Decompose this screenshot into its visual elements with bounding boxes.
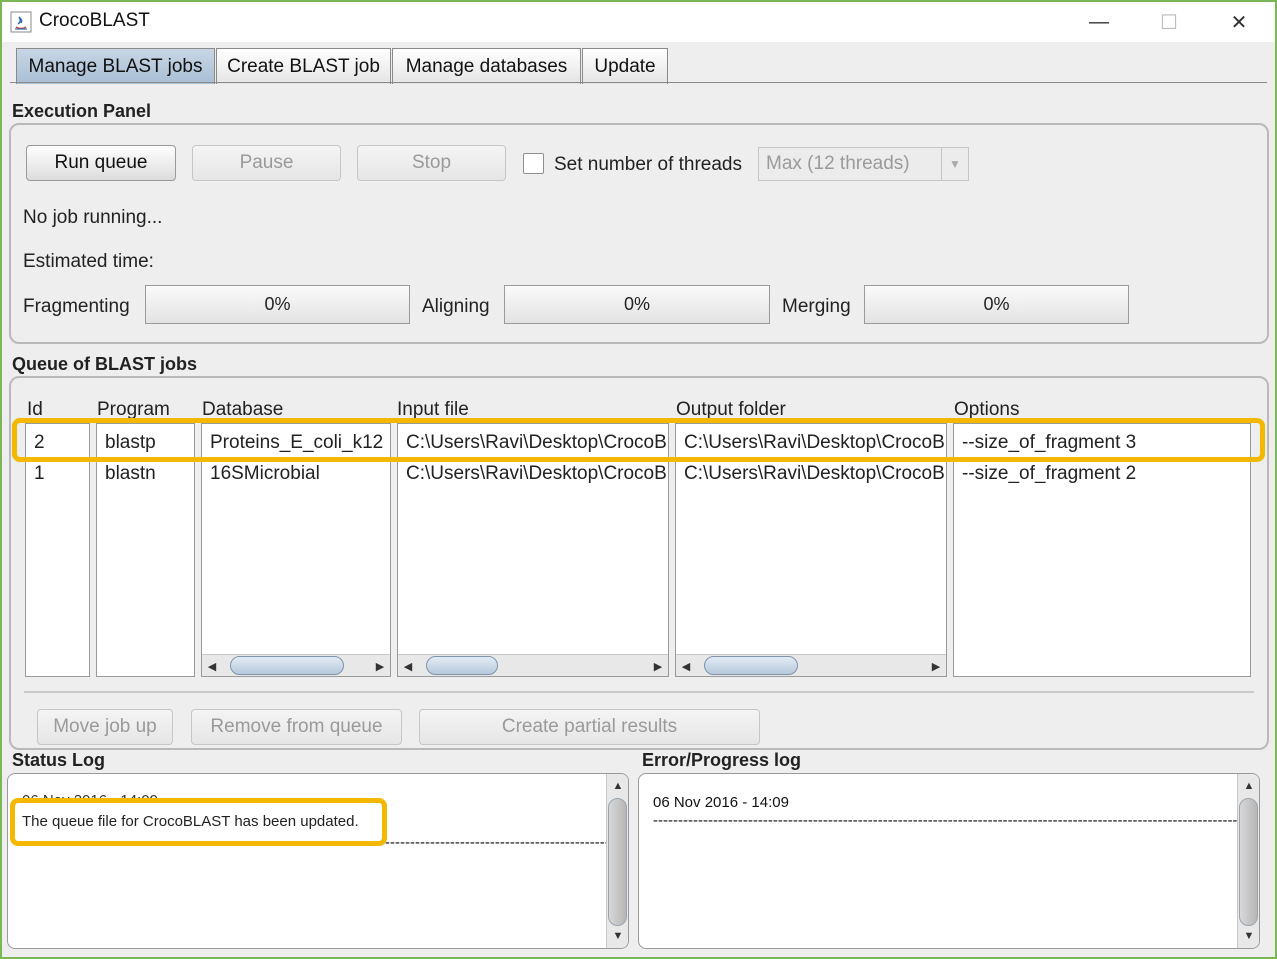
output-folder-column[interactable]: C:\Users\Ravi\Desktop\CrocoBLAST C:\User…	[675, 423, 947, 677]
merging-label: Merging	[782, 296, 851, 317]
scrollbar-thumb[interactable]	[1239, 798, 1258, 926]
aligning-label: Aligning	[422, 296, 490, 317]
input-file-hscrollbar[interactable]: ◀ ▶	[398, 654, 668, 676]
column-header-id: Id	[27, 399, 43, 420]
estimated-time-label: Estimated time:	[23, 251, 154, 272]
scroll-right-icon[interactable]: ▶	[650, 658, 666, 674]
error-log-timestamp: 06 Nov 2016 - 14:09	[653, 794, 789, 811]
error-log-box[interactable]: 06 Nov 2016 - 14:09 --------------------…	[638, 773, 1260, 949]
scroll-left-icon[interactable]: ◀	[400, 658, 416, 674]
queue-panel-title: Queue of BLAST jobs	[12, 354, 198, 374]
table-cell-options[interactable]: --size_of_fragment 2	[962, 459, 1136, 489]
scroll-left-icon[interactable]: ◀	[678, 658, 694, 674]
status-log-vscrollbar[interactable]: ▲ ▼	[606, 774, 628, 948]
queue-divider	[24, 691, 1254, 693]
table-cell-program[interactable]: blastn	[105, 459, 156, 489]
threads-select-value: Max (12 threads)	[766, 153, 910, 174]
scroll-up-icon[interactable]: ▲	[1241, 778, 1257, 794]
merging-progress-value: 0%	[983, 294, 1010, 314]
column-header-program: Program	[97, 399, 170, 420]
fragmenting-label: Fragmenting	[23, 296, 130, 317]
scroll-up-icon[interactable]: ▲	[610, 778, 626, 794]
tab-divider	[10, 82, 1267, 83]
minimize-button[interactable]: —	[1072, 6, 1126, 38]
pause-button[interactable]: Pause	[192, 145, 341, 181]
status-log-message: The queue file for CrocoBLAST has been u…	[22, 813, 359, 830]
status-log-separator: ----------------------------------------…	[385, 834, 628, 851]
program-column[interactable]: blastp blastn	[96, 423, 195, 677]
scrollbar-thumb[interactable]	[426, 656, 498, 675]
move-job-up-button[interactable]: Move job up	[37, 709, 173, 745]
tab-manage-blast-jobs[interactable]: Manage BLAST jobs	[16, 48, 215, 84]
scroll-left-icon[interactable]: ◀	[204, 658, 220, 674]
database-column[interactable]: Proteins_E_coli_k12 16SMicrobial ◀ ▶	[201, 423, 391, 677]
status-log-title: Status Log	[12, 750, 105, 770]
close-button[interactable]: ✕	[1212, 6, 1266, 38]
maximize-button[interactable]: ☐	[1142, 6, 1196, 38]
aligning-progress-value: 0%	[623, 294, 650, 314]
options-column[interactable]: --size_of_fragment 3 --size_of_fragment …	[953, 423, 1251, 677]
input-file-column[interactable]: C:\Users\Ravi\Desktop\CrocoBLAST C:\User…	[397, 423, 669, 677]
remove-from-queue-button[interactable]: Remove from queue	[191, 709, 402, 745]
scrollbar-thumb[interactable]	[230, 656, 344, 675]
create-partial-results-button[interactable]: Create partial results	[419, 709, 760, 745]
tab-manage-databases[interactable]: Manage databases	[392, 48, 581, 84]
table-cell-input-file[interactable]: C:\Users\Ravi\Desktop\CrocoBLAST	[406, 459, 668, 489]
error-log-title: Error/Progress log	[642, 750, 802, 770]
status-log-timestamp: 06 Nov 2016 - 14:09	[22, 792, 158, 809]
scroll-down-icon[interactable]: ▼	[1241, 928, 1257, 944]
job-status-text: No job running...	[23, 207, 163, 228]
error-log-separator: ----------------------------------------…	[653, 812, 1253, 829]
fragmenting-progress: 0%	[145, 285, 410, 324]
table-cell-options[interactable]: --size_of_fragment 3	[962, 428, 1136, 458]
tab-update[interactable]: Update	[582, 48, 668, 84]
window-title: CrocoBLAST	[39, 10, 150, 31]
scroll-right-icon[interactable]: ▶	[928, 658, 944, 674]
tab-create-blast-job[interactable]: Create BLAST job	[216, 48, 391, 84]
database-hscrollbar[interactable]: ◀ ▶	[202, 654, 390, 676]
table-cell-database[interactable]: Proteins_E_coli_k12	[210, 428, 383, 458]
column-header-options: Options	[954, 399, 1020, 420]
table-cell-database[interactable]: 16SMicrobial	[210, 459, 320, 489]
crocoblast-window: CrocoBLAST — ☐ ✕ Manage BLAST jobs Creat…	[2, 2, 1275, 957]
table-cell-program[interactable]: blastp	[105, 428, 156, 458]
threads-checkbox[interactable]	[523, 153, 544, 174]
threads-select[interactable]: Max (12 threads) ▼	[758, 147, 969, 181]
threads-label: Set number of threads	[554, 154, 742, 175]
java-app-icon	[10, 11, 32, 33]
table-cell-input-file[interactable]: C:\Users\Ravi\Desktop\CrocoBLAST	[406, 428, 668, 458]
aligning-progress: 0%	[504, 285, 770, 324]
fragmenting-progress-value: 0%	[264, 294, 291, 314]
column-header-input-file: Input file	[397, 399, 469, 420]
scroll-right-icon[interactable]: ▶	[372, 658, 388, 674]
scrollbar-thumb[interactable]	[608, 798, 627, 926]
status-log-box[interactable]: 06 Nov 2016 - 14:09 --------------------…	[7, 773, 629, 949]
table-cell-output-folder[interactable]: C:\Users\Ravi\Desktop\CrocoBLAST	[684, 428, 946, 458]
id-column[interactable]: 2 1	[25, 423, 90, 677]
column-header-output-folder: Output folder	[676, 399, 786, 420]
table-cell-id[interactable]: 1	[34, 459, 45, 489]
scrollbar-thumb[interactable]	[704, 656, 798, 675]
table-cell-output-folder[interactable]: C:\Users\Ravi\Desktop\CrocoBLAST	[684, 459, 946, 489]
table-cell-id[interactable]: 2	[34, 428, 45, 458]
chevron-down-icon: ▼	[941, 148, 968, 180]
tab-bar: Manage BLAST jobs Create BLAST job Manag…	[2, 46, 1275, 84]
stop-button[interactable]: Stop	[357, 145, 506, 181]
title-bar: CrocoBLAST — ☐ ✕	[2, 2, 1275, 42]
column-header-database: Database	[202, 399, 284, 420]
output-folder-hscrollbar[interactable]: ◀ ▶	[676, 654, 946, 676]
error-log-vscrollbar[interactable]: ▲ ▼	[1237, 774, 1259, 948]
scroll-down-icon[interactable]: ▼	[610, 928, 626, 944]
merging-progress: 0%	[864, 285, 1129, 324]
run-queue-button[interactable]: Run queue	[26, 145, 176, 181]
execution-panel-title: Execution Panel	[12, 101, 152, 121]
